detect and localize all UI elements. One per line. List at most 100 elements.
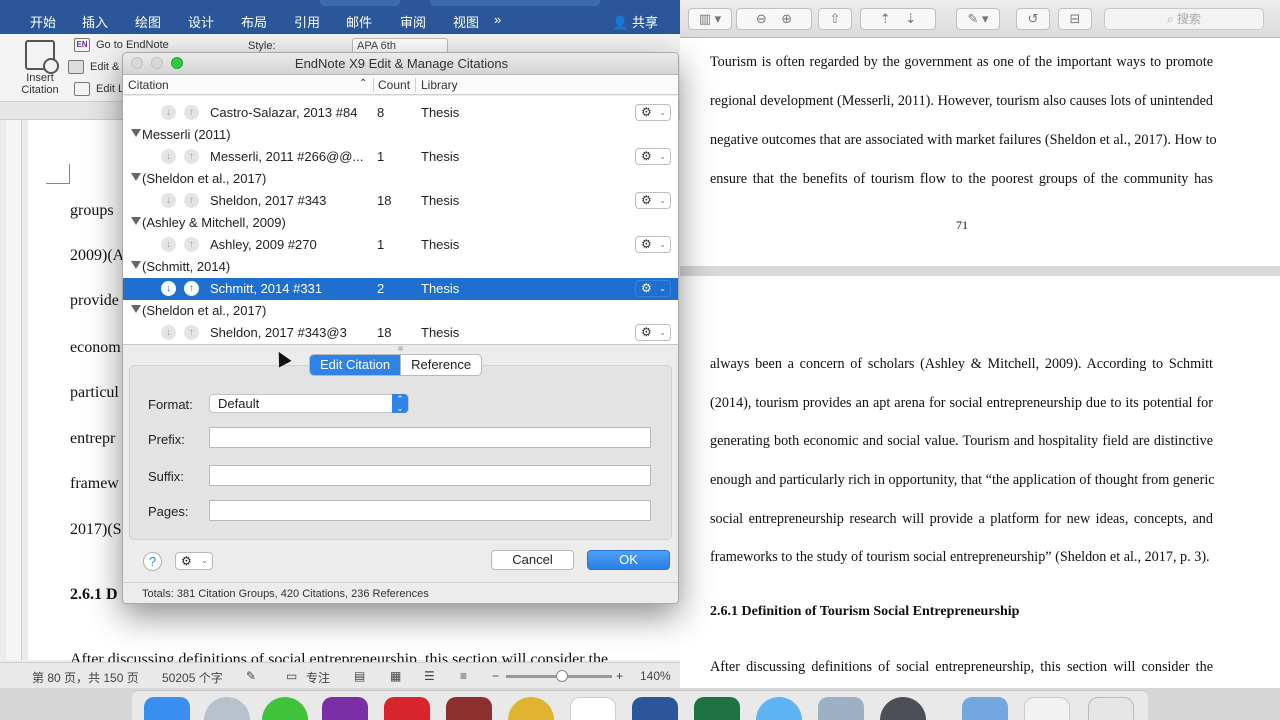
- page-nav-controls[interactable]: ⇡ ⇣: [860, 8, 936, 30]
- zoom-in-icon[interactable]: ⊕: [781, 11, 792, 26]
- web-layout-icon[interactable]: ▦: [390, 669, 401, 683]
- close-window-button[interactable]: [131, 57, 143, 69]
- move-down-icon[interactable]: ↓: [161, 149, 176, 164]
- launchpad-icon[interactable]: [204, 697, 250, 720]
- disclosure-triangle-icon[interactable]: [131, 305, 141, 313]
- rotate-icon[interactable]: ↺: [1016, 8, 1050, 30]
- tab-draw[interactable]: 绘图: [135, 12, 161, 31]
- word-dock-icon[interactable]: [632, 697, 678, 720]
- share-button[interactable]: 👤 共享: [612, 12, 658, 31]
- dialog-titlebar[interactable]: EndNote X9 Edit & Manage Citations: [123, 53, 678, 75]
- splitter-handle-icon[interactable]: [398, 346, 403, 351]
- disclosure-triangle-icon[interactable]: [131, 217, 141, 225]
- citation-gear-menu[interactable]: ⚙ ⌄: [635, 324, 671, 341]
- citation-gear-menu[interactable]: ⚙ ⌄: [635, 236, 671, 253]
- wechat-icon[interactable]: [262, 697, 308, 720]
- column-citation[interactable]: Citation: [128, 78, 169, 92]
- focus-icon[interactable]: ▭: [286, 669, 297, 683]
- tab-mailings[interactable]: 邮件: [346, 12, 372, 31]
- format-select[interactable]: Default ⌃ ⌄: [209, 394, 409, 413]
- document-stack-icon[interactable]: [1024, 697, 1070, 720]
- suffix-field[interactable]: [209, 465, 651, 486]
- column-count[interactable]: Count: [378, 78, 410, 92]
- app-store-icon[interactable]: [756, 697, 802, 720]
- citation-gear-menu[interactable]: ⚙ ⌄: [635, 192, 671, 209]
- disclosure-triangle-icon[interactable]: [131, 129, 141, 137]
- trash-icon[interactable]: [1088, 697, 1134, 720]
- citation-group-row[interactable]: (Sheldon et al., 2017): [123, 168, 678, 190]
- disclosure-triangle-icon[interactable]: [131, 261, 141, 269]
- draft-icon[interactable]: ≡: [460, 669, 467, 683]
- markup-icon[interactable]: ✎ ▾: [956, 8, 1000, 30]
- citation-row[interactable]: ↓ ↑ Messerli, 2011 #266@@... 1 Thesis ⚙ ⌄: [123, 146, 678, 168]
- tools-gear-menu[interactable]: ⚙ ⌄: [175, 552, 213, 570]
- tab-edit-citation[interactable]: Edit Citation: [310, 355, 401, 375]
- tab-design[interactable]: 设计: [188, 12, 214, 31]
- citation-group-row[interactable]: Messerli (2011): [123, 124, 678, 146]
- citation-row[interactable]: ↓ ↑ Ashley, 2009 #270 1 Thesis ⚙ ⌄: [123, 234, 678, 256]
- disclosure-triangle-icon[interactable]: [131, 173, 141, 181]
- finder-icon[interactable]: [144, 697, 190, 720]
- move-up-icon[interactable]: ↑: [184, 237, 199, 252]
- preview-dock-icon[interactable]: [818, 697, 864, 720]
- citation-group-row[interactable]: (Ashley & Mitchell, 2009): [123, 212, 678, 234]
- citation-row[interactable]: ↓ ↑ Sheldon, 2017 #343@3 18 Thesis ⚙ ⌄: [123, 322, 678, 344]
- preview-search-field[interactable]: ⌕ 搜索: [1104, 8, 1264, 30]
- move-down-icon[interactable]: ↓: [161, 281, 176, 296]
- more-tabs-icon[interactable]: »: [494, 12, 501, 27]
- citation-row-selected[interactable]: ↓ ↑ Schmitt, 2014 #331 2 Thesis ⚙ ⌄: [123, 278, 678, 300]
- citation-gear-menu[interactable]: ⚙ ⌄: [635, 280, 671, 297]
- column-separator[interactable]: [373, 78, 374, 92]
- excel-dock-icon[interactable]: [694, 697, 740, 720]
- toolbox-icon[interactable]: ⊟: [1058, 8, 1092, 30]
- move-down-icon[interactable]: ↓: [161, 105, 176, 120]
- go-to-endnote-button[interactable]: EN Go to EndNote: [74, 38, 169, 52]
- citation-group-row[interactable]: (Schmitt, 2014): [123, 256, 678, 278]
- citation-gear-menu[interactable]: ⚙ ⌄: [635, 148, 671, 165]
- select-stepper-icon[interactable]: ⌃ ⌄: [392, 394, 408, 413]
- zoom-out-icon[interactable]: ⊖: [756, 11, 767, 26]
- sort-ascending-icon[interactable]: ⌃: [359, 78, 367, 89]
- column-separator[interactable]: [415, 78, 416, 92]
- zoom-window-button[interactable]: [171, 57, 183, 69]
- dictionary-icon[interactable]: [446, 697, 492, 720]
- onenote-icon[interactable]: [322, 697, 368, 720]
- tab-view[interactable]: 视图: [453, 12, 479, 31]
- citation-row[interactable]: ↓ ↑ Castro-Salazar, 2013 #84 8 Thesis ⚙ ⌄: [123, 102, 678, 124]
- chrome-icon[interactable]: [508, 697, 554, 720]
- zoom-controls[interactable]: ⊖ ⊕: [736, 8, 812, 30]
- youdao-icon[interactable]: [384, 697, 430, 720]
- word-search-pill[interactable]: [430, 0, 600, 6]
- zoom-slider-knob[interactable]: [556, 670, 568, 682]
- column-library[interactable]: Library: [421, 78, 458, 92]
- pane-splitter[interactable]: [123, 344, 678, 352]
- move-down-icon[interactable]: ↓: [161, 325, 176, 340]
- move-up-icon[interactable]: ↑: [184, 325, 199, 340]
- citation-group-row[interactable]: (Sheldon et al., 2017): [123, 300, 678, 322]
- move-up-icon[interactable]: ↑: [184, 105, 199, 120]
- share-icon[interactable]: ⇧: [818, 8, 852, 30]
- citation-list[interactable]: ↓ ↑ Castro-Salazar, 2013 #84 8 Thesis ⚙ ⌄…: [123, 96, 678, 344]
- move-down-icon[interactable]: ↓: [161, 193, 176, 208]
- edit-library-reference-button[interactable]: Edit L: [74, 82, 124, 96]
- tab-home[interactable]: 开始: [30, 12, 56, 31]
- zoom-in-icon[interactable]: +: [616, 669, 623, 683]
- move-up-icon[interactable]: ↑: [184, 281, 199, 296]
- prefix-field[interactable]: [209, 427, 651, 448]
- tab-references[interactable]: 引用: [294, 12, 320, 31]
- citation-gear-menu[interactable]: ⚙ ⌄: [635, 104, 671, 121]
- zoom-level[interactable]: 140%: [640, 669, 671, 683]
- tab-reference[interactable]: Reference: [400, 355, 481, 375]
- folder-icon[interactable]: [962, 697, 1008, 720]
- tab-review[interactable]: 审阅: [400, 12, 426, 31]
- minimize-window-button[interactable]: [151, 57, 163, 69]
- move-up-icon[interactable]: ↑: [184, 193, 199, 208]
- move-up-icon[interactable]: ↑: [184, 149, 199, 164]
- cancel-button[interactable]: Cancel: [491, 550, 574, 570]
- endnote-dock-icon[interactable]: [570, 697, 616, 720]
- tab-layout[interactable]: 布局: [241, 12, 267, 31]
- page-down-icon[interactable]: ⇣: [905, 11, 916, 26]
- zoom-out-icon[interactable]: −: [492, 669, 499, 683]
- help-button[interactable]: ?: [143, 552, 162, 571]
- print-layout-icon[interactable]: ▤: [354, 669, 365, 683]
